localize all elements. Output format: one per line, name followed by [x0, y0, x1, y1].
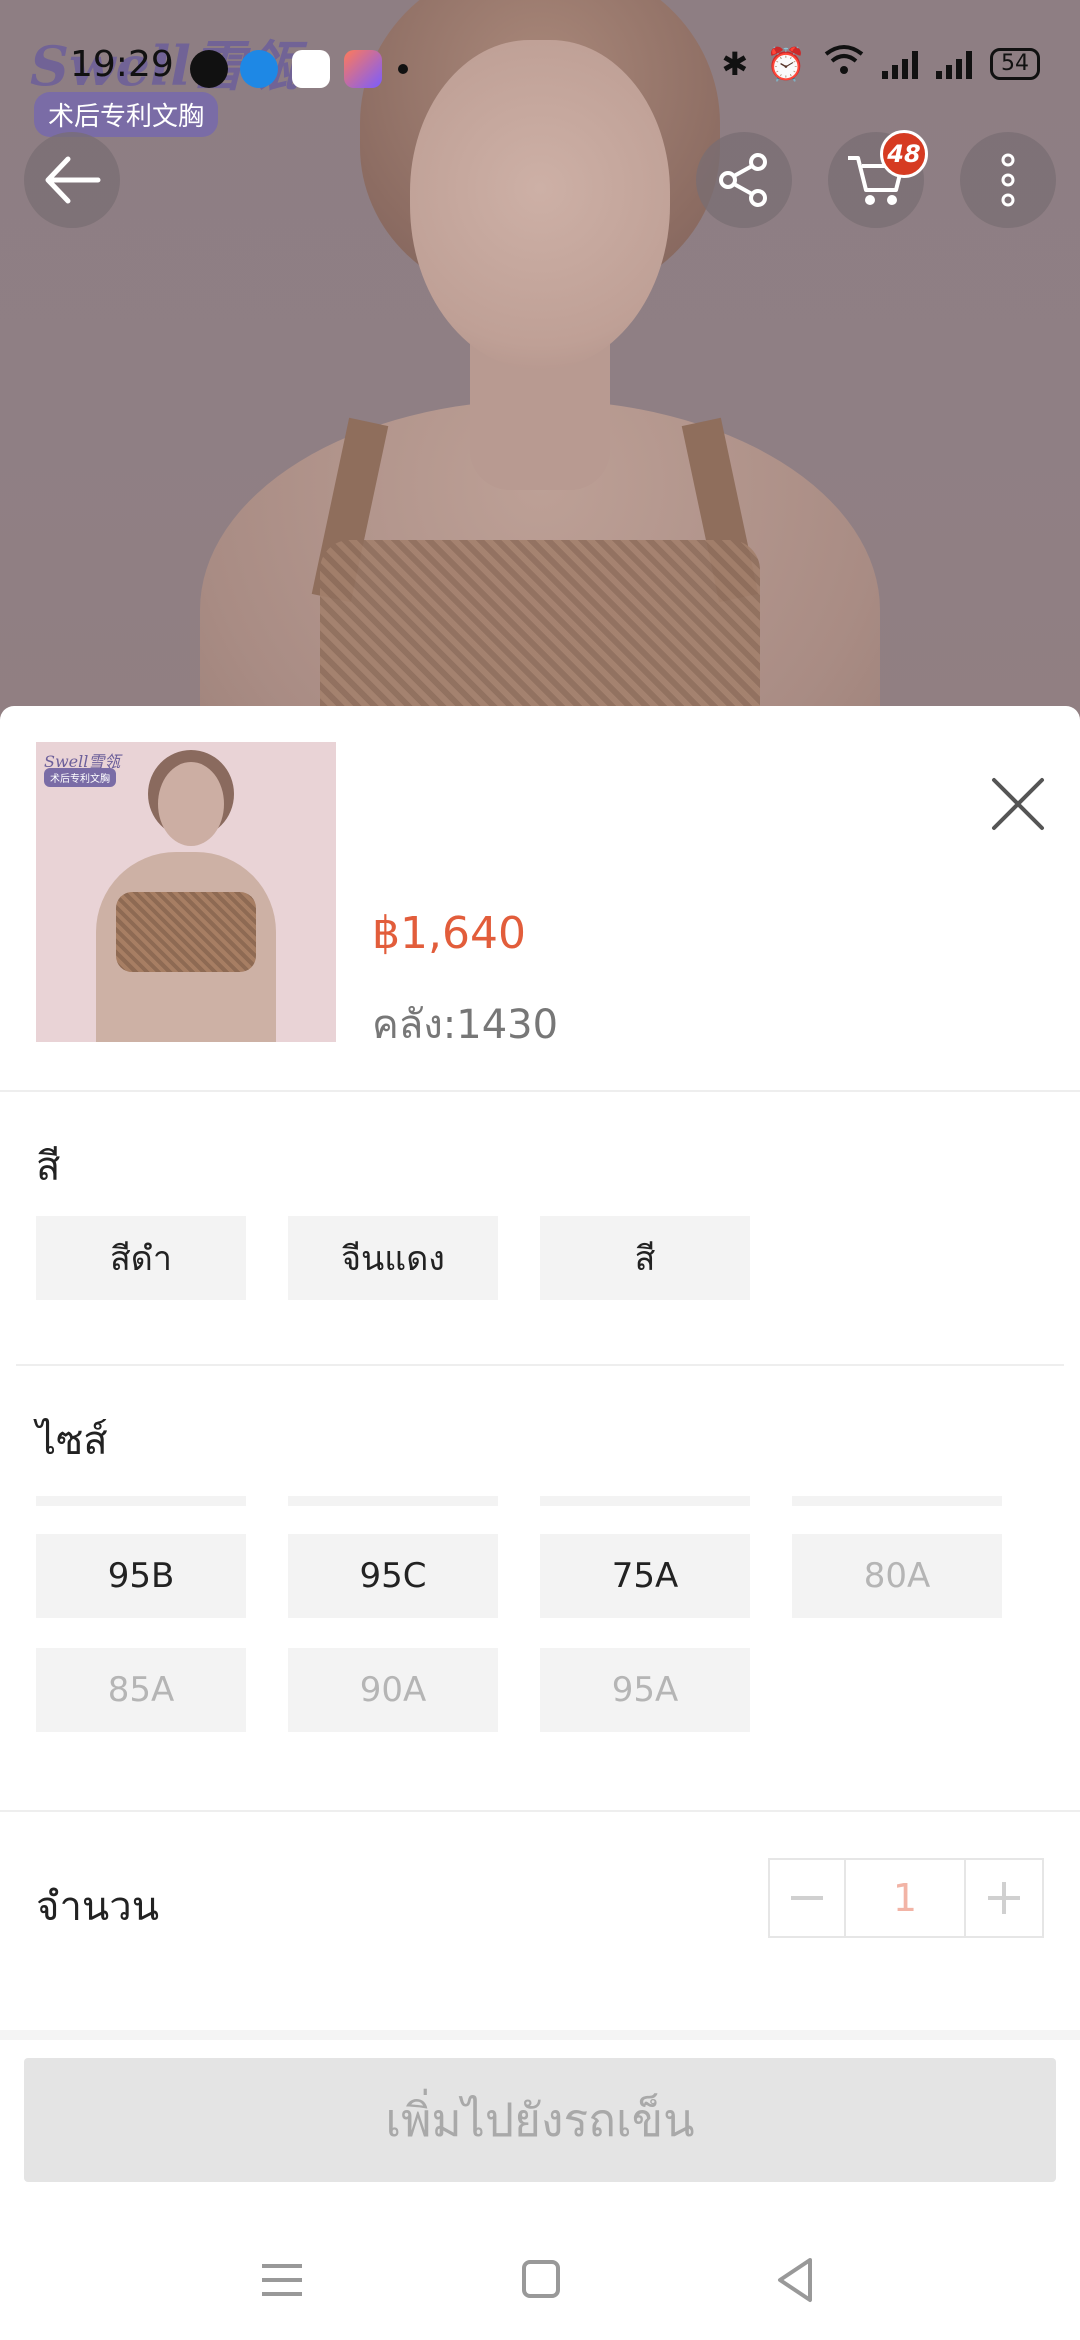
- cart-count-badge: 48: [880, 130, 928, 178]
- battery-indicator: 54: [990, 48, 1040, 80]
- close-icon: [992, 778, 1044, 830]
- line-icon: [190, 50, 228, 88]
- close-button[interactable]: [980, 766, 1056, 842]
- color-option[interactable]: สี: [540, 1216, 750, 1300]
- notification-dot-icon: [398, 64, 408, 74]
- size-option-disabled[interactable]: 90A: [288, 1648, 498, 1732]
- divider: [16, 1364, 1064, 1366]
- status-time: 19:29: [70, 44, 174, 85]
- thumb-bra: [116, 892, 256, 972]
- home-button[interactable]: [510, 2250, 570, 2310]
- minus-icon: [791, 1896, 823, 1900]
- quantity-label: จำนวน: [36, 1884, 160, 1930]
- more-vertical-icon: [1001, 153, 1015, 207]
- increment-button[interactable]: [966, 1860, 1042, 1936]
- size-option-disabled[interactable]: 80A: [792, 1534, 1002, 1618]
- system-navigation-bar: [0, 2220, 1080, 2340]
- decrement-button[interactable]: [770, 1860, 846, 1936]
- product-stock: คลัง:1430: [372, 1002, 559, 1048]
- signal-icon: [882, 49, 918, 79]
- browser-icon: [240, 50, 278, 88]
- quantity-stepper: 1: [768, 1858, 1044, 1938]
- share-icon: [719, 153, 767, 207]
- size-option-disabled[interactable]: 95A: [540, 1648, 750, 1732]
- bra-lace: [320, 540, 760, 720]
- bluetooth-icon: ✱: [721, 45, 749, 83]
- product-price: ฿1,640: [372, 908, 526, 959]
- size-option-clipped[interactable]: [540, 1496, 750, 1506]
- shortcut-icon: [344, 50, 382, 88]
- arrow-left-icon: [45, 156, 101, 204]
- plus-icon: [988, 1882, 1020, 1914]
- footer-separator: [0, 2030, 1080, 2040]
- size-option[interactable]: 75A: [540, 1534, 750, 1618]
- back-button[interactable]: [24, 132, 120, 228]
- share-button[interactable]: [696, 132, 792, 228]
- status-bar: 19:29 ✱ ⏰ 54: [0, 30, 1080, 100]
- quantity-input[interactable]: 1: [846, 1860, 966, 1936]
- color-section-title: สี: [36, 1144, 61, 1190]
- product-thumbnail: Swell雪瓴 术后专利文胸: [36, 742, 336, 1042]
- size-option-clipped[interactable]: [288, 1496, 498, 1506]
- recent-apps-button[interactable]: [252, 2250, 312, 2310]
- color-option[interactable]: จีนแดง: [288, 1216, 498, 1300]
- size-option[interactable]: 95C: [288, 1534, 498, 1618]
- wifi-icon: [824, 44, 864, 84]
- size-option-clipped[interactable]: [36, 1496, 246, 1506]
- back-nav-button[interactable]: [766, 2250, 826, 2310]
- size-section-title: ไซส์: [36, 1418, 108, 1464]
- add-to-cart-button[interactable]: เพิ่มไปยังรถเข็น: [24, 2058, 1056, 2182]
- size-option[interactable]: 95B: [36, 1534, 246, 1618]
- triangle-back-icon: [778, 2258, 812, 2302]
- signal-icon-2: [936, 49, 972, 79]
- thumb-face: [158, 762, 224, 846]
- alarm-icon: ⏰: [766, 45, 806, 83]
- size-option-clipped[interactable]: [792, 1496, 1002, 1506]
- divider: [0, 1810, 1080, 1812]
- more-options-button[interactable]: [960, 132, 1056, 228]
- divider: [0, 1090, 1080, 1092]
- thumb-tagline: 术后专利文胸: [44, 768, 116, 787]
- game-icon: [292, 50, 330, 88]
- menu-icon: [262, 2264, 302, 2296]
- square-icon: [522, 2260, 560, 2298]
- size-option-disabled[interactable]: 85A: [36, 1648, 246, 1732]
- color-option[interactable]: สีดำ: [36, 1216, 246, 1300]
